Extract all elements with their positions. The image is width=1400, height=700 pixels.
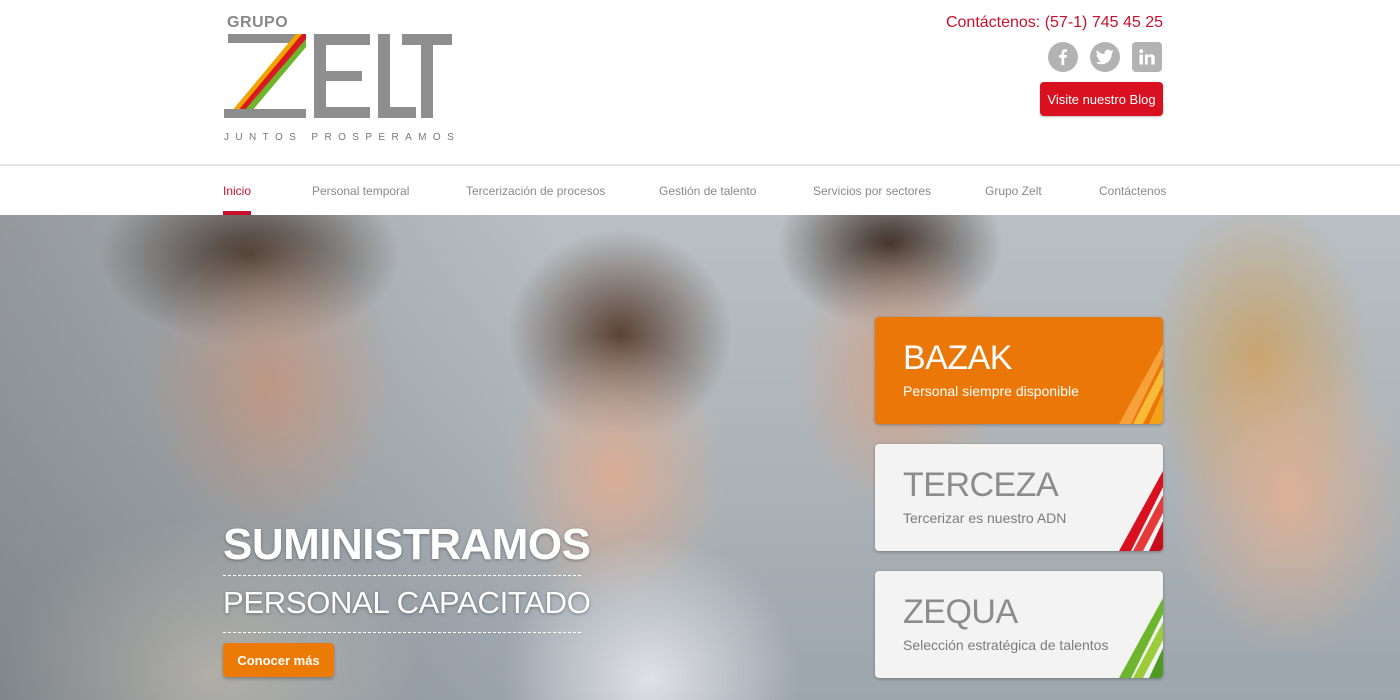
terceza-subtitle: Tercerizar es nuestro ADN bbox=[903, 510, 1067, 526]
nav-item-contactenos[interactable]: Contáctenos bbox=[1099, 184, 1166, 198]
main-navigation: Inicio Personal temporal Tercerización d… bbox=[0, 164, 1400, 215]
site-header: GRUPO JUNTOS PROSPERAMOS Contáctenos: (5… bbox=[0, 0, 1400, 165]
hero-divider bbox=[223, 632, 581, 633]
logo-group-label: GRUPO bbox=[227, 14, 289, 31]
logo-tagline: JUNTOS PROSPERAMOS bbox=[224, 132, 461, 143]
hero-title: SUMINISTRAMOS bbox=[223, 520, 591, 569]
zequa-stripes-icon bbox=[1119, 598, 1163, 678]
terceza-logo: TERCEZA bbox=[903, 466, 1059, 504]
terceza-stripes-icon bbox=[1119, 471, 1163, 551]
hero-banner: SUMINISTRAMOS PERSONAL CAPACITADO Conoce… bbox=[0, 215, 1400, 700]
nav-item-servicios-sectores[interactable]: Servicios por sectores bbox=[813, 184, 931, 198]
hero-divider bbox=[223, 575, 581, 576]
contact-phone[interactable]: Contáctenos: (57-1) 745 45 25 bbox=[946, 14, 1163, 32]
zequa-subtitle: Selección estratégica de talentos bbox=[903, 637, 1109, 653]
bazak-logo: BAZAK bbox=[903, 339, 1012, 377]
bazak-subtitle: Personal siempre disponible bbox=[903, 383, 1079, 399]
hero-subtitle: PERSONAL CAPACITADO bbox=[223, 585, 591, 620]
brand-card-terceza[interactable]: TERCEZA Tercerizar es nuestro ADN bbox=[875, 444, 1163, 551]
facebook-icon[interactable] bbox=[1048, 42, 1078, 72]
linkedin-icon[interactable] bbox=[1132, 42, 1162, 72]
zelt-logo-mark bbox=[224, 34, 452, 118]
brand-card-bazak[interactable]: BAZAK Personal siempre disponible bbox=[875, 317, 1163, 424]
brand-card-zequa[interactable]: ZEQUA Selección estratégica de talentos bbox=[875, 571, 1163, 678]
zequa-logo: ZEQUA bbox=[903, 593, 1018, 631]
nav-item-tercerizacion[interactable]: Tercerización de procesos bbox=[466, 184, 605, 198]
nav-item-inicio[interactable]: Inicio bbox=[223, 184, 251, 198]
visit-blog-button[interactable]: Visite nuestro Blog bbox=[1040, 82, 1163, 116]
nav-item-gestion-talento[interactable]: Gestión de talento bbox=[659, 184, 756, 198]
nav-item-grupo-zelt[interactable]: Grupo Zelt bbox=[985, 184, 1042, 198]
bazak-stripes-icon bbox=[1119, 344, 1163, 424]
twitter-icon[interactable] bbox=[1090, 42, 1120, 72]
nav-item-personal-temporal[interactable]: Personal temporal bbox=[312, 184, 409, 198]
learn-more-button[interactable]: Conocer más bbox=[223, 643, 334, 677]
zelt-logo[interactable]: GRUPO JUNTOS PROSPERAMOS bbox=[222, 12, 462, 152]
hero-photo-overlay bbox=[0, 215, 1400, 700]
social-links bbox=[1048, 42, 1164, 72]
